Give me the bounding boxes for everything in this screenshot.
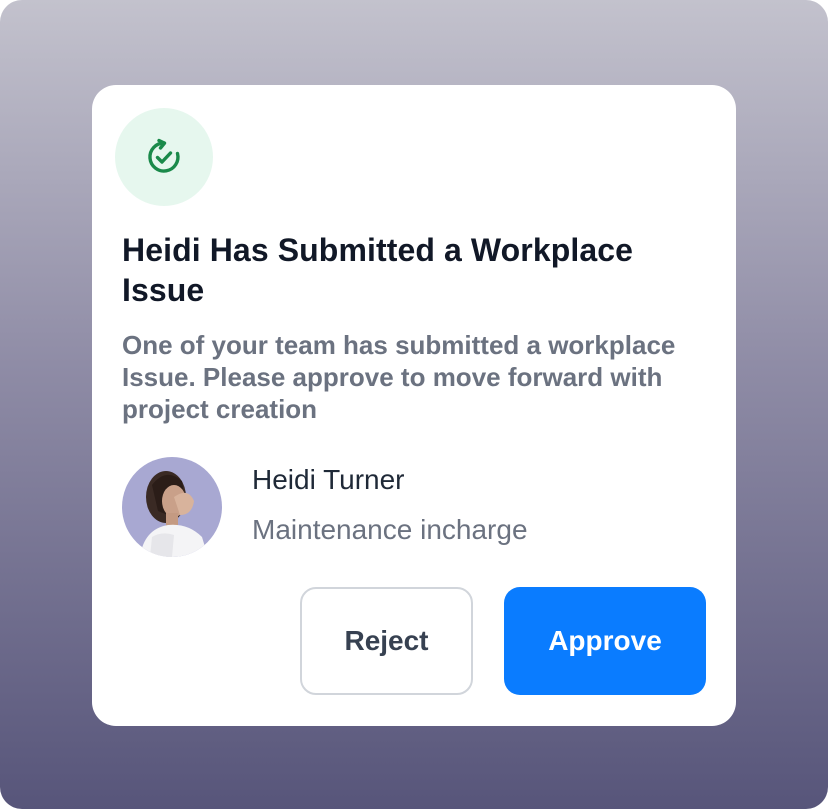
refresh-check-icon [148,138,180,173]
submitter-role: Maintenance incharge [252,514,528,545]
notification-title: Heidi Has Submitted a Workplace Issue [122,232,634,308]
status-badge [115,108,213,206]
approval-card: Heidi Has Submitted a Workplace Issue On… [92,85,736,726]
avatar-photo [122,457,222,557]
notification-description: One of your team has submitted a workpla… [122,330,676,424]
reject-button[interactable]: Reject [300,587,473,695]
approve-button[interactable]: Approve [504,587,706,695]
submitter-name: Heidi Turner [252,464,405,495]
backdrop: Heidi Has Submitted a Workplace Issue On… [0,0,828,809]
avatar [122,457,222,557]
